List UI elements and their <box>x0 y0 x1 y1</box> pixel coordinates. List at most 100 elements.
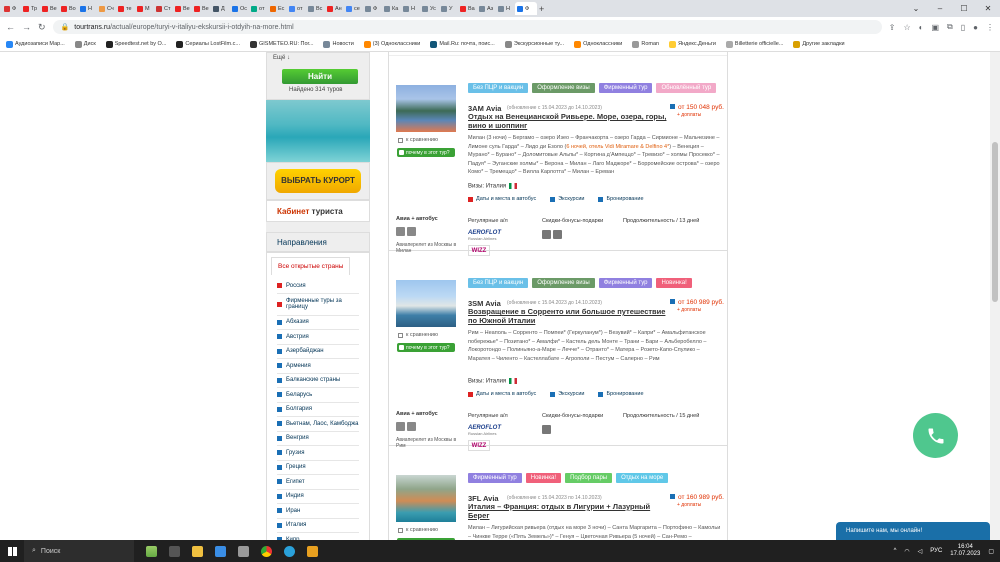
bookmark-item[interactable]: GISMETEO.RU: Пог... <box>249 40 313 48</box>
extra-payments-link[interactable]: + доплаты <box>677 112 701 118</box>
why-this-tour-button[interactable]: почему в этот тур? <box>397 343 455 352</box>
store-icon[interactable] <box>215 545 226 557</box>
browser-tab[interactable]: Во <box>59 2 78 15</box>
browser-tab[interactable]: Ве <box>173 2 192 15</box>
reload-icon[interactable]: ↻ <box>38 22 46 33</box>
browser-tab[interactable]: Сч <box>97 2 116 15</box>
tour-badge[interactable]: Новинка! <box>525 473 562 483</box>
back-icon[interactable]: ← <box>6 22 15 32</box>
tour-link[interactable]: Даты и места в автобус <box>468 391 536 397</box>
country-item[interactable]: Абхазия <box>277 316 359 330</box>
new-tab-button[interactable]: + <box>539 4 544 14</box>
share-icon[interactable]: ⇪ <box>889 23 896 32</box>
gift-icon[interactable] <box>542 425 551 434</box>
bookmark-item[interactable]: Speedtest.net by O... <box>105 40 166 48</box>
tour-link[interactable]: Экскурсии <box>550 196 584 202</box>
browser-tab[interactable]: от <box>287 2 306 15</box>
page-scrollbar[interactable] <box>990 52 1000 540</box>
country-item[interactable]: Балканские страны <box>277 374 359 388</box>
gift-icon[interactable] <box>553 230 562 239</box>
browser-tab[interactable]: Ф <box>515 2 537 15</box>
tour-badge[interactable]: Оформление визы <box>532 278 595 288</box>
browser-tab[interactable]: Ес <box>268 2 287 15</box>
info-icon[interactable] <box>670 104 675 109</box>
browser-tab[interactable]: Н <box>401 2 420 15</box>
bookmark-item[interactable]: Экскурсионные ту... <box>504 40 564 48</box>
browser-tab[interactable]: Ус <box>420 2 439 15</box>
browser-tab[interactable]: Д <box>211 2 230 15</box>
country-item[interactable]: Грузия <box>277 446 359 461</box>
bookmark-item[interactable]: Roman <box>632 40 659 48</box>
online-chat-button[interactable]: Напишите нам, мы онлайн! <box>836 522 990 540</box>
browser-tab[interactable]: Ос <box>230 2 249 15</box>
tour-link[interactable]: Бронирование <box>598 391 644 397</box>
tour-link[interactable]: Экскурсии <box>550 391 584 397</box>
taskbar-search[interactable]: ⌕ Поиск <box>24 540 134 562</box>
country-item[interactable]: Фирменные туры за границу <box>277 294 359 316</box>
tour-badge[interactable]: Фирменный тур <box>598 278 653 288</box>
bookmark-item[interactable]: Сериалы LostFilm.c... <box>176 40 240 48</box>
telegram-icon[interactable] <box>284 545 295 557</box>
url-input[interactable]: 🔒 tourtrans.ru/actual/europe/turyi-v-ita… <box>52 20 882 34</box>
find-button[interactable]: Найти <box>282 69 358 84</box>
bookmark-item[interactable]: Диск <box>74 40 96 48</box>
tray-chevron-icon[interactable]: ^ <box>894 548 897 554</box>
choose-resort-button[interactable]: ВЫБРАТЬ КУРОРТ <box>275 169 361 193</box>
browser-tab[interactable]: Ве <box>192 2 211 15</box>
country-item[interactable]: Вьетнам, Лаос, Камбоджа <box>277 417 359 432</box>
minimize-button[interactable]: – <box>928 4 952 13</box>
browser-tab[interactable]: Ф <box>363 2 382 15</box>
country-item[interactable]: Болгария <box>277 403 359 417</box>
compare-checkbox[interactable]: к сравнению <box>398 527 438 533</box>
sidebar-icon[interactable]: ▯ <box>961 23 965 32</box>
browser-tab[interactable]: Ан <box>325 2 344 15</box>
tour-link[interactable]: Бронирование <box>598 196 644 202</box>
browser-tab[interactable]: У <box>439 2 458 15</box>
gift-icon[interactable] <box>542 230 551 239</box>
browser-tab[interactable]: Аз <box>477 2 496 15</box>
country-item[interactable]: Греция <box>277 461 359 475</box>
country-item[interactable]: Иран <box>277 504 359 519</box>
file-explorer-icon[interactable] <box>192 545 203 557</box>
country-item[interactable]: Беларусь <box>277 388 359 403</box>
extension-icon-2[interactable]: ▣ <box>931 23 939 32</box>
browser-tab[interactable]: от <box>249 2 268 15</box>
notification-icon[interactable]: ▢ <box>988 548 994 555</box>
more-link[interactable]: Ещё ↓ <box>273 55 290 61</box>
country-item[interactable]: Кипр <box>277 533 359 540</box>
chrome-icon[interactable] <box>261 545 272 557</box>
clock[interactable]: 16:04 17.07.2023 <box>950 544 980 558</box>
maximize-button[interactable]: ☐ <box>952 4 976 13</box>
bookmark-item[interactable]: Mail.Ru: почта, поис... <box>430 40 495 48</box>
country-item[interactable]: Австрия <box>277 330 359 345</box>
country-item[interactable]: Италия <box>277 519 359 533</box>
browser-tab[interactable]: Ве <box>40 2 59 15</box>
country-item[interactable]: Индия <box>277 490 359 504</box>
country-item[interactable]: Россия <box>277 279 359 294</box>
close-window-button[interactable]: ✕ <box>976 4 1000 13</box>
tour-photo[interactable] <box>396 475 456 522</box>
info-icon[interactable] <box>670 299 675 304</box>
browser-tab[interactable]: Ст <box>154 2 173 15</box>
country-item[interactable]: Венгрия <box>277 432 359 446</box>
tour-badge[interactable]: Новинка! <box>656 278 692 288</box>
browser-tab[interactable]: Ка <box>382 2 401 15</box>
country-item[interactable]: Азербайджан <box>277 345 359 359</box>
app-icon[interactable] <box>238 545 249 557</box>
call-button[interactable] <box>913 413 958 458</box>
language-indicator[interactable]: РУС <box>930 548 942 554</box>
country-item[interactable]: Египет <box>277 475 359 490</box>
extension-icon[interactable]: ◐ <box>919 23 924 32</box>
network-icon[interactable]: ◠ <box>904 548 909 555</box>
bookmark-item[interactable]: Аудиозаписи Мар... <box>6 40 65 48</box>
puzzle-icon[interactable]: ⧉ <box>947 22 953 32</box>
tour-title-link[interactable]: Отдых на Венецианской Ривьере. Море, озе… <box>468 112 668 130</box>
tour-title-link[interactable]: Италия – Франция: отдых в Лигурии + Лазу… <box>468 502 668 520</box>
extra-payments-link[interactable]: + доплаты <box>677 307 701 313</box>
bookmark-item[interactable]: Другие закладки <box>793 40 845 48</box>
tourist-cabinet-link[interactable]: Кабинет туриста <box>266 200 370 222</box>
bookmark-item[interactable]: Новости <box>323 40 354 48</box>
tour-link[interactable]: Даты и места в автобус <box>468 196 536 202</box>
why-this-tour-button[interactable]: почему в этот тур? <box>397 148 455 157</box>
profile-avatar[interactable]: ● <box>973 23 978 32</box>
